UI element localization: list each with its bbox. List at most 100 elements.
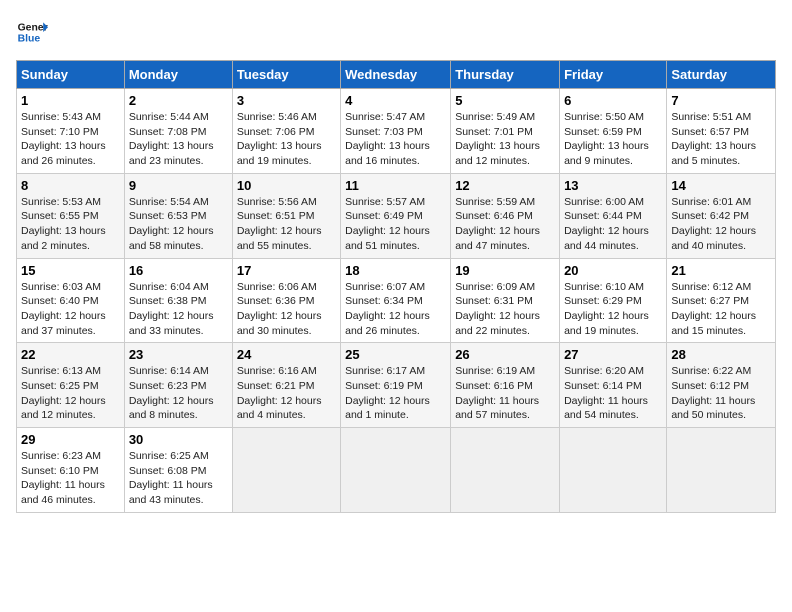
day-info: Sunrise: 5:43 AM Sunset: 7:10 PM Dayligh… bbox=[21, 110, 120, 169]
calendar-cell: 17 Sunrise: 6:06 AM Sunset: 6:36 PM Dayli… bbox=[232, 258, 340, 343]
day-info: Sunrise: 5:53 AM Sunset: 6:55 PM Dayligh… bbox=[21, 195, 120, 254]
day-info: Sunrise: 6:12 AM Sunset: 6:27 PM Dayligh… bbox=[671, 280, 771, 339]
day-info: Sunrise: 6:10 AM Sunset: 6:29 PM Dayligh… bbox=[564, 280, 662, 339]
day-info: Sunrise: 6:09 AM Sunset: 6:31 PM Dayligh… bbox=[455, 280, 555, 339]
page-header: General Blue bbox=[16, 16, 776, 48]
calendar-cell: 2Sunrise: 5:44 AM Sunset: 7:08 PM Daylig… bbox=[124, 89, 232, 174]
day-number: 26 bbox=[455, 347, 555, 362]
calendar-week-4: 22 Sunrise: 6:13 AM Sunset: 6:25 PM Dayli… bbox=[17, 343, 776, 428]
calendar-cell: 3 Sunrise: 5:46 AM Sunset: 7:06 PM Daylig… bbox=[232, 89, 340, 174]
calendar-cell: 10 Sunrise: 5:56 AM Sunset: 6:51 PM Dayli… bbox=[232, 173, 340, 258]
calendar-week-5: 29 Sunrise: 6:23 AM Sunset: 6:10 PM Dayli… bbox=[17, 428, 776, 513]
day-info: Sunrise: 6:03 AM Sunset: 6:40 PM Dayligh… bbox=[21, 280, 120, 339]
day-number: 29 bbox=[21, 432, 120, 447]
day-info: Sunrise: 6:20 AM Sunset: 6:14 PM Dayligh… bbox=[564, 364, 662, 423]
day-info: Sunrise: 6:01 AM Sunset: 6:42 PM Dayligh… bbox=[671, 195, 771, 254]
calendar-cell: 12Sunrise: 5:59 AM Sunset: 6:46 PM Dayli… bbox=[451, 173, 560, 258]
calendar-week-1: 1 Sunrise: 5:43 AM Sunset: 7:10 PM Daylig… bbox=[17, 89, 776, 174]
weekday-header-thursday: Thursday bbox=[451, 61, 560, 89]
calendar-cell: 11 Sunrise: 5:57 AM Sunset: 6:49 PM Dayli… bbox=[341, 173, 451, 258]
calendar-cell bbox=[451, 428, 560, 513]
weekday-header-tuesday: Tuesday bbox=[232, 61, 340, 89]
calendar-cell: 7 Sunrise: 5:51 AM Sunset: 6:57 PM Daylig… bbox=[667, 89, 776, 174]
calendar-cell: 5Sunrise: 5:49 AM Sunset: 7:01 PM Daylig… bbox=[451, 89, 560, 174]
day-info: Sunrise: 5:44 AM Sunset: 7:08 PM Dayligh… bbox=[129, 110, 228, 169]
day-number: 11 bbox=[345, 178, 446, 193]
weekday-header-friday: Friday bbox=[560, 61, 667, 89]
day-number: 24 bbox=[237, 347, 336, 362]
day-number: 25 bbox=[345, 347, 446, 362]
day-info: Sunrise: 5:54 AM Sunset: 6:53 PM Dayligh… bbox=[129, 195, 228, 254]
day-info: Sunrise: 5:49 AM Sunset: 7:01 PM Dayligh… bbox=[455, 110, 555, 169]
weekday-header-row: SundayMondayTuesdayWednesdayThursdayFrid… bbox=[17, 61, 776, 89]
day-info: Sunrise: 5:56 AM Sunset: 6:51 PM Dayligh… bbox=[237, 195, 336, 254]
day-number: 9 bbox=[129, 178, 228, 193]
day-info: Sunrise: 6:23 AM Sunset: 6:10 PM Dayligh… bbox=[21, 449, 120, 508]
day-number: 1 bbox=[21, 93, 120, 108]
day-info: Sunrise: 6:14 AM Sunset: 6:23 PM Dayligh… bbox=[129, 364, 228, 423]
day-info: Sunrise: 6:06 AM Sunset: 6:36 PM Dayligh… bbox=[237, 280, 336, 339]
day-info: Sunrise: 5:51 AM Sunset: 6:57 PM Dayligh… bbox=[671, 110, 771, 169]
calendar-cell: 27 Sunrise: 6:20 AM Sunset: 6:14 PM Dayli… bbox=[560, 343, 667, 428]
day-number: 15 bbox=[21, 263, 120, 278]
day-info: Sunrise: 6:16 AM Sunset: 6:21 PM Dayligh… bbox=[237, 364, 336, 423]
day-number: 17 bbox=[237, 263, 336, 278]
day-info: Sunrise: 6:04 AM Sunset: 6:38 PM Dayligh… bbox=[129, 280, 228, 339]
calendar-cell: 6Sunrise: 5:50 AM Sunset: 6:59 PM Daylig… bbox=[560, 89, 667, 174]
calendar-cell: 25 Sunrise: 6:17 AM Sunset: 6:19 PM Dayli… bbox=[341, 343, 451, 428]
calendar-cell bbox=[232, 428, 340, 513]
calendar-cell: 18 Sunrise: 6:07 AM Sunset: 6:34 PM Dayli… bbox=[341, 258, 451, 343]
calendar-week-2: 8 Sunrise: 5:53 AM Sunset: 6:55 PM Daylig… bbox=[17, 173, 776, 258]
calendar-cell: 15 Sunrise: 6:03 AM Sunset: 6:40 PM Dayli… bbox=[17, 258, 125, 343]
calendar-cell: 21 Sunrise: 6:12 AM Sunset: 6:27 PM Dayli… bbox=[667, 258, 776, 343]
calendar-cell bbox=[667, 428, 776, 513]
day-info: Sunrise: 6:17 AM Sunset: 6:19 PM Dayligh… bbox=[345, 364, 446, 423]
calendar-cell: 24 Sunrise: 6:16 AM Sunset: 6:21 PM Dayli… bbox=[232, 343, 340, 428]
day-number: 27 bbox=[564, 347, 662, 362]
day-info: Sunrise: 5:50 AM Sunset: 6:59 PM Dayligh… bbox=[564, 110, 662, 169]
calendar-cell: 8 Sunrise: 5:53 AM Sunset: 6:55 PM Daylig… bbox=[17, 173, 125, 258]
logo-icon: General Blue bbox=[16, 16, 48, 48]
calendar-week-3: 15 Sunrise: 6:03 AM Sunset: 6:40 PM Dayli… bbox=[17, 258, 776, 343]
day-number: 7 bbox=[671, 93, 771, 108]
weekday-header-wednesday: Wednesday bbox=[341, 61, 451, 89]
logo: General Blue bbox=[16, 16, 48, 48]
calendar-cell: 23 Sunrise: 6:14 AM Sunset: 6:23 PM Dayli… bbox=[124, 343, 232, 428]
calendar-cell: 4Sunrise: 5:47 AM Sunset: 7:03 PM Daylig… bbox=[341, 89, 451, 174]
calendar-cell: 13Sunrise: 6:00 AM Sunset: 6:44 PM Dayli… bbox=[560, 173, 667, 258]
day-info: Sunrise: 6:13 AM Sunset: 6:25 PM Dayligh… bbox=[21, 364, 120, 423]
calendar-cell: 28 Sunrise: 6:22 AM Sunset: 6:12 PM Dayli… bbox=[667, 343, 776, 428]
day-number: 30 bbox=[129, 432, 228, 447]
day-number: 3 bbox=[237, 93, 336, 108]
day-number: 16 bbox=[129, 263, 228, 278]
day-info: Sunrise: 5:46 AM Sunset: 7:06 PM Dayligh… bbox=[237, 110, 336, 169]
calendar-cell bbox=[560, 428, 667, 513]
calendar-cell: 30Sunrise: 6:25 AM Sunset: 6:08 PM Dayli… bbox=[124, 428, 232, 513]
calendar-table: SundayMondayTuesdayWednesdayThursdayFrid… bbox=[16, 60, 776, 513]
day-number: 10 bbox=[237, 178, 336, 193]
day-number: 19 bbox=[455, 263, 555, 278]
weekday-header-sunday: Sunday bbox=[17, 61, 125, 89]
day-number: 18 bbox=[345, 263, 446, 278]
day-number: 23 bbox=[129, 347, 228, 362]
day-info: Sunrise: 5:57 AM Sunset: 6:49 PM Dayligh… bbox=[345, 195, 446, 254]
weekday-header-monday: Monday bbox=[124, 61, 232, 89]
day-info: Sunrise: 6:07 AM Sunset: 6:34 PM Dayligh… bbox=[345, 280, 446, 339]
calendar-cell: 22 Sunrise: 6:13 AM Sunset: 6:25 PM Dayli… bbox=[17, 343, 125, 428]
calendar-cell: 1 Sunrise: 5:43 AM Sunset: 7:10 PM Daylig… bbox=[17, 89, 125, 174]
day-info: Sunrise: 6:19 AM Sunset: 6:16 PM Dayligh… bbox=[455, 364, 555, 423]
calendar-cell: 20 Sunrise: 6:10 AM Sunset: 6:29 PM Dayli… bbox=[560, 258, 667, 343]
day-number: 13 bbox=[564, 178, 662, 193]
day-number: 28 bbox=[671, 347, 771, 362]
calendar-cell: 26 Sunrise: 6:19 AM Sunset: 6:16 PM Dayli… bbox=[451, 343, 560, 428]
day-info: Sunrise: 6:22 AM Sunset: 6:12 PM Dayligh… bbox=[671, 364, 771, 423]
day-info: Sunrise: 5:59 AM Sunset: 6:46 PM Dayligh… bbox=[455, 195, 555, 254]
calendar-cell: 19 Sunrise: 6:09 AM Sunset: 6:31 PM Dayli… bbox=[451, 258, 560, 343]
day-number: 8 bbox=[21, 178, 120, 193]
day-info: Sunrise: 5:47 AM Sunset: 7:03 PM Dayligh… bbox=[345, 110, 446, 169]
day-number: 22 bbox=[21, 347, 120, 362]
day-number: 21 bbox=[671, 263, 771, 278]
svg-text:Blue: Blue bbox=[18, 34, 41, 45]
day-number: 20 bbox=[564, 263, 662, 278]
calendar-cell: 29 Sunrise: 6:23 AM Sunset: 6:10 PM Dayli… bbox=[17, 428, 125, 513]
